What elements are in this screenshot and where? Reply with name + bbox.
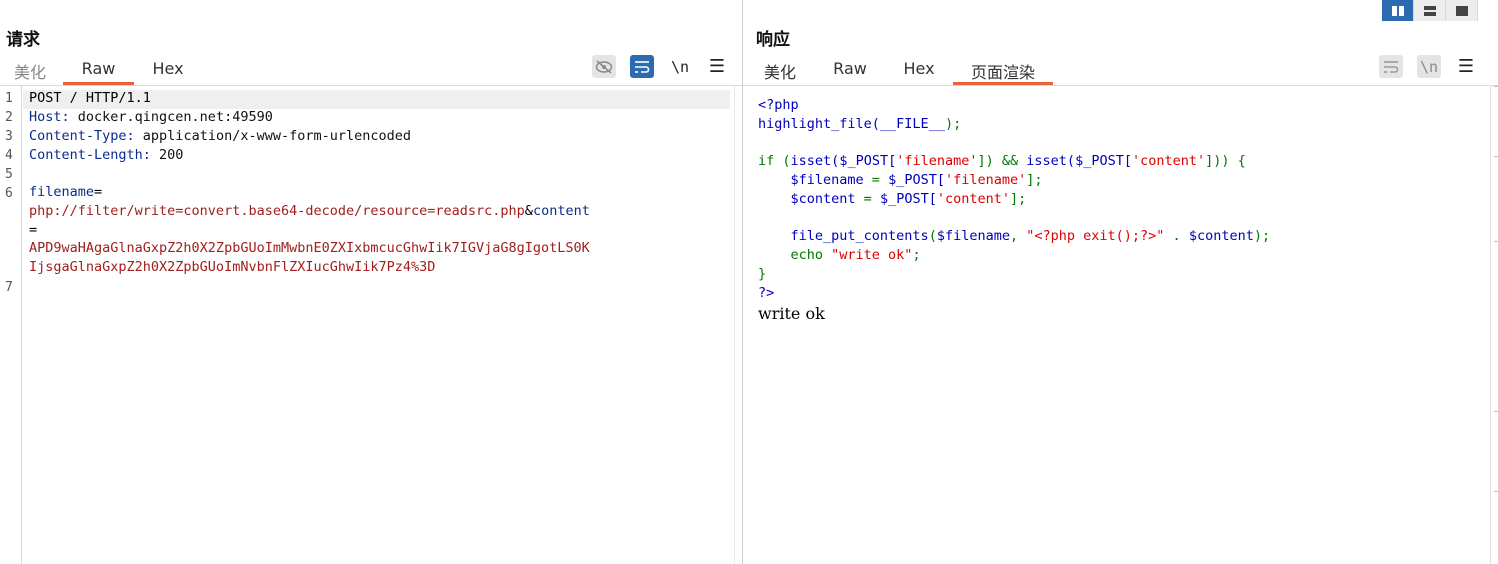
request-tab-divider <box>0 85 742 86</box>
hamburger-menu-icon: ☰ <box>708 56 726 77</box>
response-output-text: write ok <box>758 304 825 323</box>
show-newlines-button[interactable]: \n <box>1417 55 1441 78</box>
tab-pretty[interactable]: 美化 <box>763 56 797 85</box>
code-line: file_put_contents($filename, "<?php exit… <box>758 228 1271 244</box>
code-line: $content = $_POST['content']; <box>758 191 1027 207</box>
request-pane: 请求 美化 Raw Hex \n ☰ 1 2 3 4 5 6 7 POST / … <box>0 0 742 564</box>
response-pane: 响应 美化 Raw Hex 页面渲染 \n ☰ <?php highlight_… <box>743 0 1498 564</box>
wrap-lines-button[interactable] <box>630 55 654 78</box>
show-newlines-button[interactable]: \n <box>668 55 692 78</box>
tab-raw[interactable]: Raw <box>63 56 134 85</box>
param-name: content <box>532 203 590 219</box>
response-tab-divider <box>743 85 1498 86</box>
scroll-tick <box>1494 86 1498 87</box>
response-menu-button[interactable]: ☰ <box>1454 55 1478 78</box>
param-value: APD9waHAgaGlnaGxpZ2h0X2ZpbGUoImMwbnE0ZXI… <box>29 240 590 256</box>
header-value: docker.qingcen.net:49590 <box>69 109 273 125</box>
request-line: php://filter/write=convert.base64-decode… <box>29 203 590 219</box>
request-line: Content-Type: application/x-www-form-url… <box>29 128 411 144</box>
hide-nonprintable-button[interactable] <box>592 55 616 78</box>
tab-pretty[interactable]: 美化 <box>12 56 48 85</box>
line-number: 4 <box>5 148 13 163</box>
scroll-tick <box>1494 491 1498 492</box>
line-number: 3 <box>5 129 13 144</box>
header-name: Content-Length: <box>29 147 151 163</box>
request-line: Content-Length: 200 <box>29 147 183 163</box>
code-line: ?> <box>758 285 775 301</box>
tab-render[interactable]: 页面渲染 <box>953 56 1053 85</box>
line-number-gutter: 1 2 3 4 5 6 7 <box>0 86 22 564</box>
line-number: 2 <box>5 110 13 125</box>
scroll-tick <box>1494 241 1498 242</box>
code-line: highlight_file(__FILE__); <box>758 116 962 132</box>
response-tabs: 美化 Raw Hex 页面渲染 <box>743 56 1053 85</box>
scroll-tick <box>1494 411 1498 412</box>
line-number: 6 <box>5 186 13 201</box>
param-value: IjsgaGlnaGxpZ2h0X2ZpbGUoImNvbnFlZXIucGhw… <box>29 259 436 275</box>
tab-raw[interactable]: Raw <box>833 56 867 85</box>
param-equals: = <box>29 222 38 238</box>
header-name: Content-Type: <box>29 128 135 144</box>
wrap-lines-icon <box>635 60 650 73</box>
param-equals: = <box>94 184 103 200</box>
request-title: 请求 <box>6 30 40 50</box>
wrap-lines-icon <box>1384 60 1399 73</box>
response-scrollbar[interactable] <box>1490 86 1498 564</box>
request-line: Host: docker.qingcen.net:49590 <box>29 109 273 125</box>
code-line: echo "write ok"; <box>758 247 921 263</box>
hamburger-menu-icon: ☰ <box>1457 56 1475 77</box>
request-scroll-edge <box>734 86 735 564</box>
line-number: 7 <box>5 280 13 295</box>
request-tabs: 美化 Raw Hex <box>0 56 184 85</box>
header-value: application/x-www-form-urlencoded <box>134 128 412 144</box>
request-menu-button[interactable]: ☰ <box>705 55 729 78</box>
param-value: php://filter/write=convert.base64-decode… <box>29 203 525 219</box>
code-line: $filename = $_POST['filename']; <box>758 172 1043 188</box>
request-line: POST / HTTP/1.1 <box>29 90 151 106</box>
line-number: 1 <box>5 91 13 106</box>
code-line: if (isset($_POST['filename']) && isset($… <box>758 153 1246 169</box>
param-separator: & <box>524 203 533 219</box>
request-line: filename= <box>29 184 102 200</box>
code-line: } <box>758 266 767 282</box>
tab-hex[interactable]: Hex <box>903 56 935 85</box>
tab-hex[interactable]: Hex <box>152 56 184 85</box>
line-number: 5 <box>5 167 13 182</box>
scroll-tick <box>1494 156 1498 157</box>
eye-slash-icon <box>595 59 613 74</box>
response-title: 响应 <box>756 30 790 50</box>
param-name: filename <box>29 184 95 200</box>
header-value: 200 <box>150 147 184 163</box>
code-line: <?php <box>758 97 799 113</box>
wrap-lines-button[interactable] <box>1379 55 1403 78</box>
header-name: Host: <box>29 109 70 125</box>
